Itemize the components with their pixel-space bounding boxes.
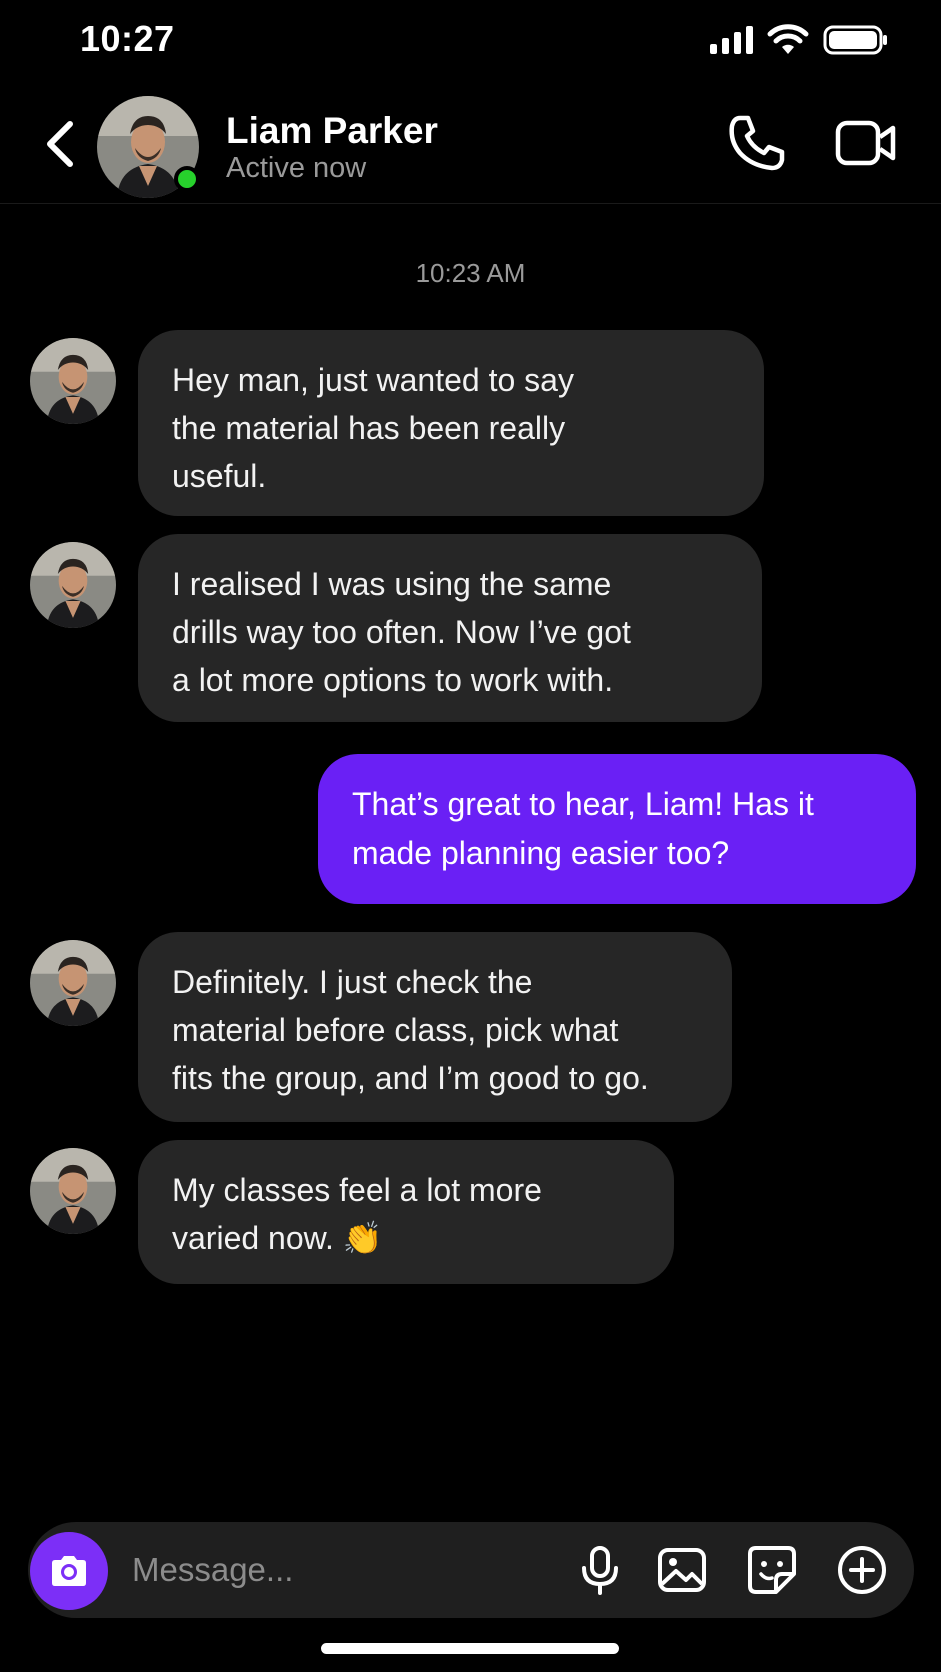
- contact-status: Active now: [226, 152, 367, 184]
- sticker-icon[interactable]: [746, 1544, 798, 1596]
- message-text: Definitely. I just check the material be…: [172, 964, 649, 1096]
- camera-button[interactable]: [30, 1532, 108, 1610]
- signal-icon: [710, 26, 753, 54]
- message-text: That’s great to hear, Liam! Has it made …: [352, 786, 814, 871]
- sender-avatar[interactable]: [30, 940, 116, 1026]
- battery-icon: [823, 25, 887, 55]
- home-indicator[interactable]: [321, 1643, 619, 1654]
- back-chevron-icon[interactable]: [36, 116, 84, 172]
- sender-avatar[interactable]: [30, 542, 116, 628]
- status-bar: 10:27: [0, 0, 941, 82]
- incoming-message-bubble[interactable]: Definitely. I just check the material be…: [138, 932, 732, 1122]
- video-call-icon[interactable]: [834, 116, 898, 170]
- camera-icon: [52, 1556, 86, 1586]
- status-time: 10:27: [80, 18, 175, 59]
- message-text: Hey man, just wanted to say the material…: [172, 362, 574, 494]
- conversation-timestamp: 10:23 AM: [415, 258, 526, 288]
- message-text: I realised I was using the same drills w…: [172, 566, 631, 698]
- message-composer: [28, 1522, 914, 1618]
- online-status-indicator: [174, 166, 200, 192]
- phone-call-icon[interactable]: [726, 112, 788, 174]
- microphone-icon[interactable]: [574, 1544, 626, 1596]
- incoming-message-bubble[interactable]: Hey man, just wanted to say the material…: [138, 330, 764, 516]
- incoming-message-bubble[interactable]: I realised I was using the same drills w…: [138, 534, 762, 722]
- sender-avatar[interactable]: [30, 338, 116, 424]
- contact-name[interactable]: Liam Parker: [226, 110, 438, 152]
- status-icons: [710, 24, 889, 56]
- plus-icon[interactable]: [836, 1544, 888, 1596]
- incoming-message-bubble[interactable]: My classes feel a lot more varied now. 👏: [138, 1140, 674, 1284]
- chat-header: Liam Parker Active now: [0, 82, 941, 204]
- sender-avatar[interactable]: [30, 1148, 116, 1234]
- gallery-icon[interactable]: [656, 1544, 708, 1596]
- message-text: My classes feel a lot more varied now. 👏: [172, 1172, 542, 1256]
- message-input[interactable]: [132, 1540, 532, 1600]
- wifi-icon: [767, 24, 809, 54]
- chat-screen: 10:27 Liam Parker Active now 10:23 AM He…: [0, 0, 941, 1672]
- outgoing-message-bubble[interactable]: That’s great to hear, Liam! Has it made …: [318, 754, 916, 904]
